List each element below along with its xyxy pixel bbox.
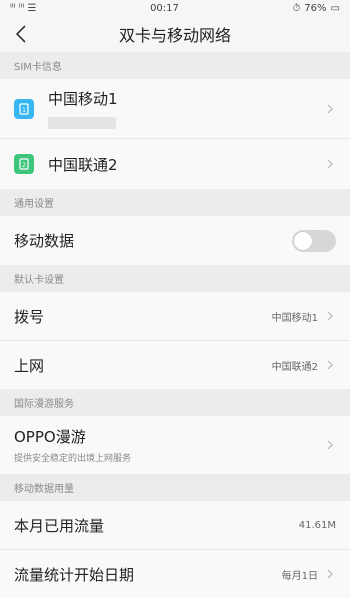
internet-label: 上网 xyxy=(14,356,45,375)
sim-row-2[interactable]: 2 中国联通2 xyxy=(0,139,350,189)
usage-start-row[interactable]: 流量统计开始日期 每月1日 xyxy=(0,550,350,598)
page-title: 双卡与移动网络 xyxy=(118,26,231,45)
dial-row[interactable]: 拨号 中国移动1 xyxy=(0,292,350,341)
signal-icons: ᴵᴵᴵ ᴵᴵᴵ ☰ xyxy=(10,2,37,14)
svg-text:2: 2 xyxy=(22,162,26,169)
clock: 00:17 xyxy=(150,2,179,14)
svg-text:1: 1 xyxy=(22,107,26,114)
mobile-data-label: 移动数据 xyxy=(14,232,75,250)
usage-start-value: 每月1日 xyxy=(281,570,318,582)
section-header-usage: 移动数据用量 xyxy=(0,474,350,501)
chevron-right-icon xyxy=(327,104,333,113)
dial-right: 中国移动1 xyxy=(272,309,336,324)
chevron-right-icon xyxy=(327,159,333,169)
sim-2-name: 中国联通2 xyxy=(48,155,118,174)
internet-row[interactable]: 上网 中国联通2 xyxy=(0,341,350,389)
internet-value: 中国联通2 xyxy=(271,361,318,373)
toggle-knob xyxy=(294,231,312,250)
sim-1-name: 中国移动1 xyxy=(48,90,118,108)
sim-1-right xyxy=(324,103,336,115)
chevron-right-icon xyxy=(327,360,333,370)
section-header-sim: SIM卡信息 xyxy=(0,52,350,79)
redacted-number xyxy=(48,117,116,129)
month-usage-right: 41.61M xyxy=(299,520,336,531)
mobile-data-row[interactable]: 移动数据 xyxy=(0,216,350,265)
mobile-data-toggle[interactable] xyxy=(292,229,336,252)
chevron-right-icon xyxy=(327,569,333,579)
usage-list: 本月已用流量 41.61M 流量统计开始日期 每月1日 xyxy=(0,501,350,598)
section-header-general: 通用设置 xyxy=(0,189,350,216)
status-bar: ᴵᴵᴵ ᴵᴵᴵ ☰ 00:17 ⏱ 76% ▭ xyxy=(0,0,350,16)
alarm-icon: ⏱ xyxy=(292,2,301,14)
month-usage-row: 本月已用流量 41.61M xyxy=(0,501,350,550)
default-card-list: 拨号 中国移动1 上网 中国联通2 xyxy=(0,292,350,389)
sim-row-1[interactable]: 1 中国移动1 xyxy=(0,79,350,139)
sim-card-icon: 1 xyxy=(14,98,34,119)
general-list: 移动数据 xyxy=(0,216,350,265)
oppo-roaming-row[interactable]: OPPO漫游 提供安全稳定的出境上网服务 xyxy=(0,416,350,474)
internet-right: 中国联通2 xyxy=(272,358,336,373)
section-header-roaming: 国际漫游服务 xyxy=(0,389,350,416)
battery-icon: ▭ xyxy=(330,2,340,14)
usage-start-right: 每月1日 xyxy=(282,567,336,582)
month-usage-label: 本月已用流量 xyxy=(14,516,105,535)
roaming-title: OPPO漫游 xyxy=(14,428,86,446)
status-right: ⏱ 76% ▭ xyxy=(292,3,340,14)
roaming-list: OPPO漫游 提供安全稳定的出境上网服务 xyxy=(0,416,350,474)
sim-list: 1 中国移动1 2 中国联通2 xyxy=(0,79,350,189)
roaming-right xyxy=(324,439,336,451)
roaming-subtitle: 提供安全稳定的出境上网服务 xyxy=(14,454,132,464)
chevron-right-icon xyxy=(327,440,333,450)
top-app-bar: 双卡与移动网络 xyxy=(0,16,350,52)
section-header-default: 默认卡设置 xyxy=(0,265,350,292)
back-arrow-icon[interactable] xyxy=(10,22,34,46)
dial-label: 拨号 xyxy=(14,307,45,326)
usage-start-label: 流量统计开始日期 xyxy=(14,565,135,584)
month-usage-value: 41.61M xyxy=(298,519,336,531)
dial-value: 中国移动1 xyxy=(271,312,318,324)
chevron-right-icon xyxy=(327,311,333,321)
sim-card-icon: 2 xyxy=(14,154,34,174)
battery-level: 76% xyxy=(304,2,327,14)
sim-2-right xyxy=(324,158,336,170)
